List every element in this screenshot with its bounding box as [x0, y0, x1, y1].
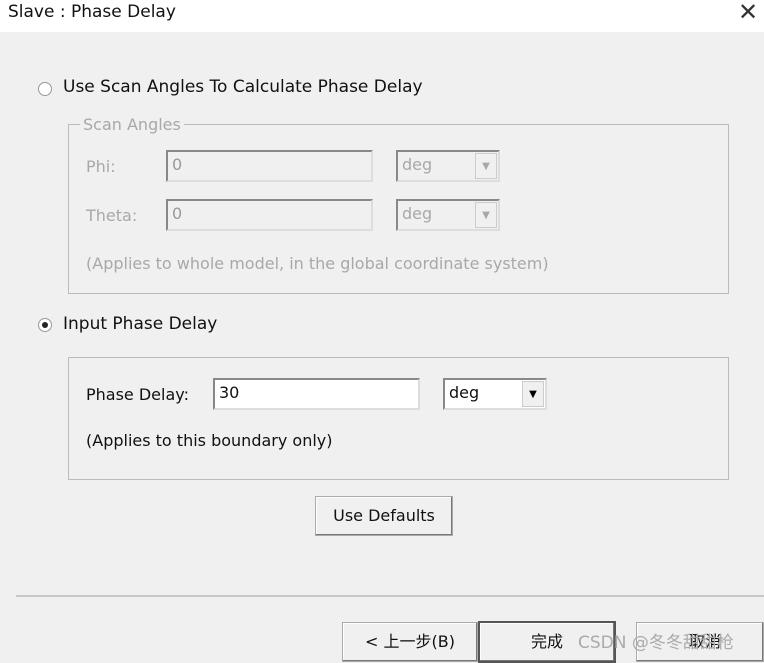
back-button[interactable]: < 上一步(B): [342, 622, 478, 662]
use-defaults-button[interactable]: Use Defaults: [315, 496, 453, 536]
theta-unit-value: deg: [402, 204, 433, 223]
phase-delay-input[interactable]: 30: [213, 378, 420, 410]
phase-delay-unit-select[interactable]: deg ▼: [443, 378, 547, 410]
phase-delay-unit-value: deg: [449, 383, 480, 402]
radio-use-scan-angles[interactable]: [38, 82, 52, 96]
scan-angles-legend: Scan Angles: [80, 115, 184, 134]
scan-angles-note: (Applies to whole model, in the global c…: [86, 254, 549, 273]
phase-delay-group: [68, 357, 729, 480]
title-bar: Slave : Phase Delay ✕: [0, 0, 764, 32]
phi-input[interactable]: 0: [166, 150, 373, 182]
phase-delay-note: (Applies to this boundary only): [86, 431, 333, 450]
phase-delay-label: Phase Delay:: [86, 385, 189, 404]
chevron-down-icon[interactable]: ▼: [522, 381, 544, 407]
phi-unit-select[interactable]: deg ▼: [396, 150, 500, 182]
window-title: Slave : Phase Delay: [8, 2, 176, 22]
watermark: CSDN @冬冬甜甜枪: [578, 633, 734, 653]
theta-unit-select[interactable]: deg ▼: [396, 199, 500, 231]
chevron-down-icon[interactable]: ▼: [475, 153, 497, 179]
theta-label: Theta:: [86, 206, 138, 225]
phi-label: Phi:: [86, 157, 116, 176]
close-icon[interactable]: ✕: [738, 0, 758, 26]
theta-input[interactable]: 0: [166, 199, 373, 231]
chevron-down-icon[interactable]: ▼: [475, 202, 497, 228]
radio-input-phase-delay-label[interactable]: Input Phase Delay: [63, 314, 217, 334]
divider: [16, 595, 764, 597]
phi-unit-value: deg: [402, 155, 433, 174]
radio-input-phase-delay[interactable]: [38, 318, 52, 332]
radio-use-scan-angles-label[interactable]: Use Scan Angles To Calculate Phase Delay: [63, 77, 423, 97]
